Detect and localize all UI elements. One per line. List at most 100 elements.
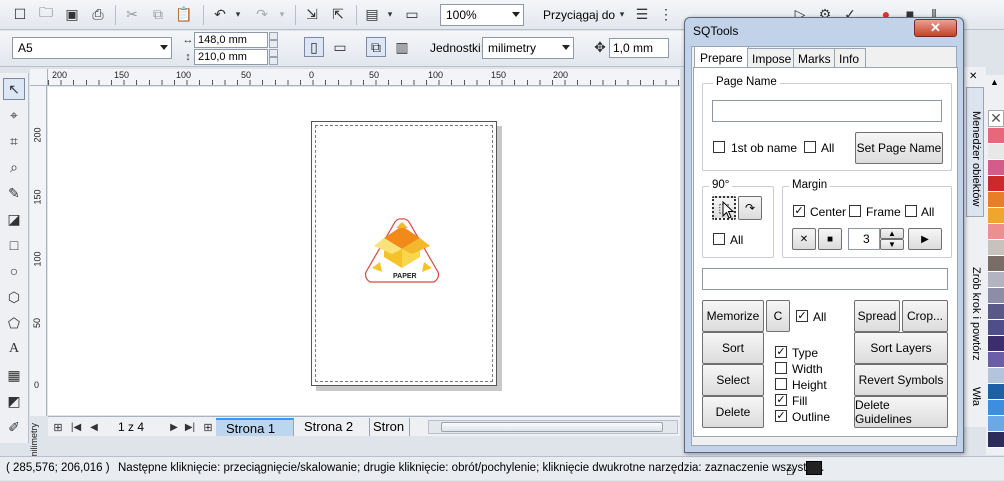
frame-checkbox[interactable]: [849, 205, 861, 217]
fill-checkbox[interactable]: ✓: [775, 394, 787, 406]
eyedropper-tool-icon[interactable]: ✐: [3, 416, 25, 438]
palette-swatch[interactable]: [988, 240, 1004, 256]
more-options-icon[interactable]: ⋮: [656, 4, 676, 24]
margin-spin-up-icon[interactable]: ▲: [880, 228, 904, 239]
paste-icon[interactable]: 📋: [174, 4, 194, 24]
welcome-screen-icon[interactable]: ▭: [402, 4, 422, 24]
recycle-paper-logo[interactable]: PAPER: [362, 216, 442, 288]
scrollbar-thumb[interactable]: [441, 422, 663, 432]
no-color-swatch[interactable]: ✕: [988, 110, 1004, 127]
first-page-icon[interactable]: |◀: [66, 417, 86, 437]
page-height-input[interactable]: 210,0 mm: [194, 49, 268, 65]
snap-to-label[interactable]: Przyciągaj do: [543, 8, 615, 22]
page-tab-3[interactable]: Stron: [370, 418, 410, 436]
set-page-name-button[interactable]: Set Page Name: [855, 132, 943, 164]
text-tool-icon[interactable]: A: [3, 338, 25, 360]
revert-symbols-button[interactable]: Revert Symbols: [854, 364, 948, 396]
crop-button[interactable]: Crop...: [902, 300, 948, 332]
palette-swatch[interactable]: [988, 304, 1004, 320]
status-input[interactable]: [702, 268, 948, 290]
page-name-all-checkbox[interactable]: [804, 141, 816, 153]
application-launcher-icon[interactable]: ▤: [362, 4, 382, 24]
margin-apply-button[interactable]: ▶: [908, 228, 942, 250]
add-page-after-icon[interactable]: ⊞: [198, 417, 218, 437]
sort-layers-button[interactable]: Sort Layers: [854, 332, 948, 364]
shape-tool-icon[interactable]: ⌖: [3, 104, 25, 126]
units-combo[interactable]: milimetry: [482, 37, 574, 59]
fill-indicator-icon[interactable]: ⌂: [786, 459, 794, 481]
palette-swatch[interactable]: [988, 208, 1004, 224]
palette-swatch[interactable]: [988, 128, 1004, 144]
zoom-tool-icon[interactable]: ⌕: [3, 156, 25, 178]
tab-info[interactable]: Info: [834, 48, 866, 68]
docker-close-icon[interactable]: ✕: [969, 71, 977, 82]
tab-marks[interactable]: Marks: [793, 48, 836, 68]
palette-swatch[interactable]: [988, 176, 1004, 192]
basic-shapes-tool-icon[interactable]: ⬠: [3, 312, 25, 334]
freehand-tool-icon[interactable]: ✎: [3, 182, 25, 204]
options-icon[interactable]: ☰: [632, 4, 652, 24]
select-button[interactable]: Select: [702, 364, 764, 396]
memorize-button[interactable]: Memorize: [702, 300, 764, 332]
launcher-dropdown-icon[interactable]: ▾: [380, 4, 400, 24]
palette-swatch[interactable]: [988, 384, 1004, 400]
spin-down-icon[interactable]: [269, 40, 278, 48]
cut-icon[interactable]: ✂: [122, 4, 142, 24]
zoom-combo[interactable]: 100%: [440, 4, 524, 26]
pick-tool-icon[interactable]: ↖: [3, 78, 25, 100]
tab-prepare[interactable]: Prepare: [694, 46, 749, 68]
open-folder-icon[interactable]: 🗀: [36, 4, 56, 24]
snap-dropdown-icon[interactable]: ▾: [612, 4, 632, 24]
ellipse-tool-icon[interactable]: ○: [3, 260, 25, 282]
dialog-close-button[interactable]: ✕: [914, 19, 957, 37]
margin-stop-button[interactable]: ■: [818, 228, 842, 250]
copy-icon[interactable]: ⧉: [148, 4, 168, 24]
table-tool-icon[interactable]: ▦: [3, 364, 25, 386]
type-checkbox[interactable]: ✓: [775, 346, 787, 358]
margin-clear-button[interactable]: ✕: [792, 228, 816, 250]
page-name-input[interactable]: [712, 100, 942, 122]
interactive-fill-tool-icon[interactable]: ◩: [3, 390, 25, 412]
spin-down-icon[interactable]: [269, 57, 278, 65]
palette-swatch[interactable]: [988, 320, 1004, 336]
outline-checkbox[interactable]: ✓: [775, 410, 787, 422]
palette-swatch[interactable]: [988, 192, 1004, 208]
palette-swatch[interactable]: [988, 368, 1004, 384]
undo-dropdown-icon[interactable]: ▾: [228, 4, 248, 24]
nudge-input[interactable]: 1,0 mm: [609, 38, 669, 58]
memorize-all-checkbox[interactable]: ✓: [796, 310, 808, 322]
previous-page-icon[interactable]: ◀: [84, 417, 104, 437]
portrait-orientation-icon[interactable]: ▯: [304, 37, 324, 57]
print-icon[interactable]: ⎙: [88, 4, 108, 24]
add-page-before-icon[interactable]: ⊞: [48, 417, 68, 437]
height-checkbox[interactable]: [775, 378, 787, 390]
page-width-input[interactable]: 148,0 mm: [194, 32, 268, 48]
rotate-cw-button[interactable]: ↷: [738, 196, 762, 220]
margin-spin-down-icon[interactable]: ▼: [880, 239, 904, 250]
spin-up-icon[interactable]: [269, 32, 278, 40]
landscape-orientation-icon[interactable]: ▭: [330, 37, 350, 57]
delete-guidelines-button[interactable]: Delete Guidelines: [854, 396, 948, 428]
rotate-all-checkbox[interactable]: [713, 233, 725, 245]
palette-swatch[interactable]: [988, 272, 1004, 288]
palette-swatch[interactable]: [988, 288, 1004, 304]
tab-impose[interactable]: Impose: [747, 48, 797, 68]
spread-button[interactable]: Spread: [854, 300, 900, 332]
export-icon[interactable]: ⇱: [328, 4, 348, 24]
page-tab-1[interactable]: Strona 1: [216, 418, 294, 436]
vertical-ruler[interactable]: 200 150 100 50 0 milimetry: [29, 86, 47, 459]
undo-icon[interactable]: ↶: [210, 4, 230, 24]
current-page-icon[interactable]: ▥: [392, 37, 412, 57]
palette-swatch[interactable]: [988, 416, 1004, 432]
rectangle-tool-icon[interactable]: □: [3, 234, 25, 256]
docker-tab-other-label[interactable]: Wła: [970, 387, 982, 406]
palette-scroll-up-icon[interactable]: ▲: [990, 77, 999, 87]
polygon-tool-icon[interactable]: ⬡: [3, 286, 25, 308]
palette-swatch[interactable]: [988, 224, 1004, 240]
docker-tab-steps-label[interactable]: Zrób krok i powtórz: [970, 267, 982, 361]
page-tab-2[interactable]: Strona 2: [294, 418, 370, 436]
redo-dropdown-icon[interactable]: ▾: [272, 4, 292, 24]
page-size-combo[interactable]: A5: [12, 37, 172, 59]
redo-icon[interactable]: ↷: [252, 4, 272, 24]
outline-color-swatch[interactable]: [806, 461, 822, 475]
